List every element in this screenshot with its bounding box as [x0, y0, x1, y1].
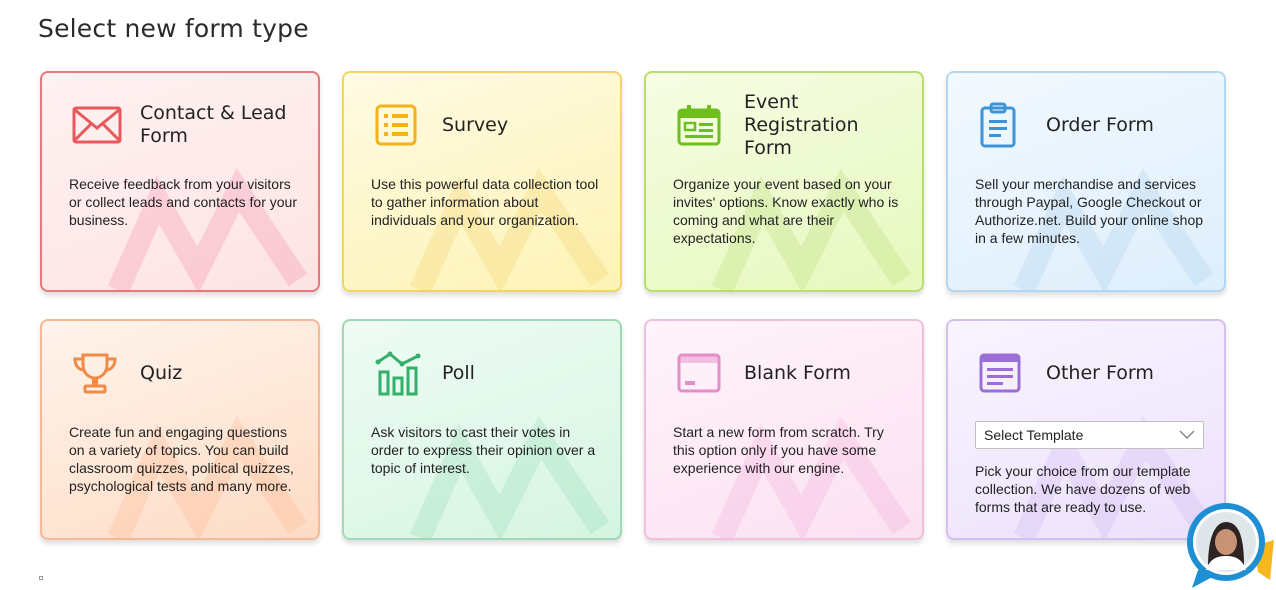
trophy-icon	[72, 350, 124, 396]
card-title: Survey	[442, 113, 509, 136]
select-template-dropdown[interactable]: Select Template	[975, 421, 1204, 449]
card-title: Other Form	[1046, 361, 1154, 384]
bar-chart-icon	[374, 350, 426, 396]
select-template-value: Select Template	[984, 427, 1084, 443]
card-event-registration-form[interactable]: Event Registration Form Organize your ev…	[644, 71, 924, 292]
card-contact-lead-form[interactable]: Contact & Lead Form Receive feedback fro…	[40, 71, 320, 292]
card-title: Poll	[442, 361, 475, 384]
template-icon	[978, 350, 1030, 396]
card-description: Use this powerful data collection tool t…	[371, 176, 599, 228]
card-description: Sell your merchandise and services throu…	[975, 176, 1204, 246]
card-title: Event Registration Form	[744, 90, 859, 159]
card-poll[interactable]: Poll Ask visitors to cast their votes in…	[342, 319, 622, 540]
card-description: Pick your choice from our template colle…	[975, 463, 1191, 515]
blank-window-icon	[676, 350, 728, 396]
clipboard-icon	[978, 102, 1030, 148]
list-icon	[374, 102, 426, 148]
card-description: Organize your event based on your invite…	[673, 176, 899, 246]
card-title: Contact & Lead Form	[140, 102, 287, 147]
card-description: Ask visitors to cast their votes in orde…	[371, 424, 596, 476]
card-title: Blank Form	[744, 361, 851, 384]
chat-support-widget[interactable]	[1184, 500, 1276, 590]
card-title: Quiz	[140, 361, 183, 384]
card-title: Order Form	[1046, 113, 1154, 136]
card-order-form[interactable]: Order Form Sell your merchandise and ser…	[946, 71, 1226, 292]
chevron-down-icon	[1179, 430, 1195, 440]
card-description: Create fun and engaging questions on a v…	[69, 424, 294, 494]
page-title: Select new form type	[38, 14, 309, 43]
card-description: Receive feedback from your visitors or c…	[69, 176, 298, 228]
calendar-icon	[676, 102, 728, 148]
card-blank-form[interactable]: Blank Form Start a new form from scratch…	[644, 319, 924, 540]
card-survey[interactable]: Survey Use this powerful data collection…	[342, 71, 622, 292]
small-square-marker	[39, 576, 43, 580]
envelope-icon	[72, 102, 124, 148]
support-avatar-icon	[1187, 503, 1274, 588]
card-description: Start a new form from scratch. Try this …	[673, 424, 884, 476]
form-type-grid: Contact & Lead Form Receive feedback fro…	[40, 71, 1226, 540]
card-quiz[interactable]: Quiz Create fun and engaging questions o…	[40, 319, 320, 540]
